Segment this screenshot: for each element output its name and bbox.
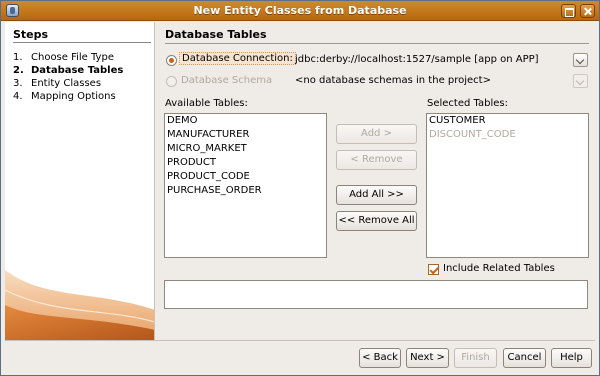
selected-tables-list[interactable]: CUSTOMER DISCOUNT_CODE (426, 113, 589, 258)
step-item-2: 2. Database Tables (13, 65, 124, 76)
maximize-icon[interactable] (561, 4, 576, 18)
panel-divider (165, 43, 589, 44)
title-bar[interactable]: New Entity Classes from Database (1, 1, 599, 21)
footer-divider (5, 340, 595, 341)
list-item[interactable]: DEMO (165, 114, 326, 128)
schema-radio (166, 76, 177, 87)
remove-button[interactable]: < Remove (336, 150, 417, 170)
step-item-4: 4. Mapping Options (13, 91, 116, 102)
add-all-button[interactable]: Add All >> (336, 185, 417, 205)
list-item[interactable]: PRODUCT_CODE (165, 170, 326, 184)
connection-label[interactable]: Database Connection: (179, 52, 296, 65)
panel-title: Database Tables (165, 28, 267, 41)
chevron-down-icon[interactable] (573, 53, 588, 67)
available-tables-label: Available Tables: (165, 98, 248, 109)
include-related-checkbox[interactable] (428, 264, 439, 275)
list-item[interactable]: PURCHASE_ORDER (165, 184, 326, 198)
schema-combo-value: <no database schemas in the project> (295, 75, 491, 86)
dialog-window: New Entity Classes from Database Steps 1… (0, 0, 600, 376)
cancel-button[interactable]: Cancel (503, 348, 546, 368)
include-related-label[interactable]: Include Related Tables (443, 263, 555, 274)
schema-label: Database Schema (181, 75, 273, 86)
add-button[interactable]: Add > (336, 124, 417, 144)
chevron-down-icon (573, 74, 588, 88)
message-area (164, 280, 588, 309)
available-tables-list[interactable]: DEMO MANUFACTURER MICRO_MARKET PRODUCT P… (164, 113, 327, 258)
next-button[interactable]: Next > (406, 348, 449, 368)
list-item: DISCOUNT_CODE (429, 129, 516, 140)
step-item-1: 1. Choose File Type (13, 52, 114, 63)
steps-panel: Steps 1. Choose File Type 2. Database Tabl… (5, 22, 155, 340)
steps-divider (13, 42, 151, 43)
back-button[interactable]: < Back (359, 348, 401, 368)
steps-decoration (5, 270, 154, 340)
remove-all-button[interactable]: << Remove All (336, 211, 417, 231)
connection-combo-value[interactable]: jdbc:derby://localhost:1527/sample [app … (295, 54, 539, 65)
list-item[interactable]: PRODUCT (165, 156, 326, 170)
close-icon[interactable] (580, 4, 595, 18)
finish-button[interactable]: Finish (454, 348, 497, 368)
step-item-3: 3. Entity Classes (13, 78, 102, 89)
selected-tables-label: Selected Tables: (427, 98, 508, 109)
steps-heading: Steps (13, 28, 49, 41)
help-button[interactable]: Help (551, 348, 592, 368)
connection-radio[interactable] (166, 55, 177, 66)
window-title: New Entity Classes from Database (193, 4, 407, 17)
list-item[interactable]: CUSTOMER (427, 114, 588, 128)
list-item[interactable]: MICRO_MARKET (165, 142, 326, 156)
list-item[interactable]: MANUFACTURER (165, 128, 326, 142)
